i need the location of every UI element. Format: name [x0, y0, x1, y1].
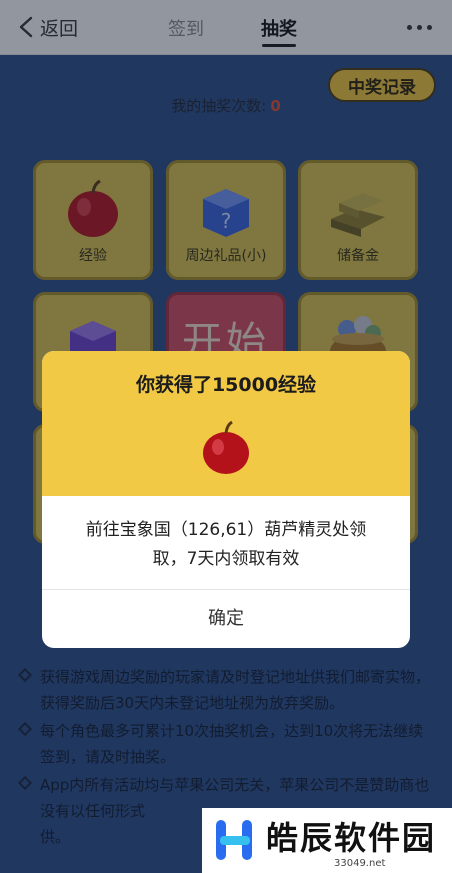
apple-icon	[203, 420, 249, 474]
prize-dialog: 你获得了15000经验 前往宝象国（126,61）葫芦精灵处领 取，7天内领取有…	[42, 351, 410, 648]
confirm-button[interactable]: 确定	[42, 590, 410, 648]
watermark-brand: 皓辰软件园	[266, 819, 437, 857]
brand-logo-icon	[216, 820, 252, 860]
prize-dialog-header: 你获得了15000经验	[42, 351, 410, 496]
watermark: 皓辰软件园 33049.net	[202, 808, 452, 873]
prize-dialog-message: 前往宝象国（126,61）葫芦精灵处领 取，7天内领取有效	[85, 520, 367, 569]
prize-dialog-title: 你获得了15000经验	[135, 374, 317, 396]
watermark-url: 33049.net	[334, 858, 386, 869]
